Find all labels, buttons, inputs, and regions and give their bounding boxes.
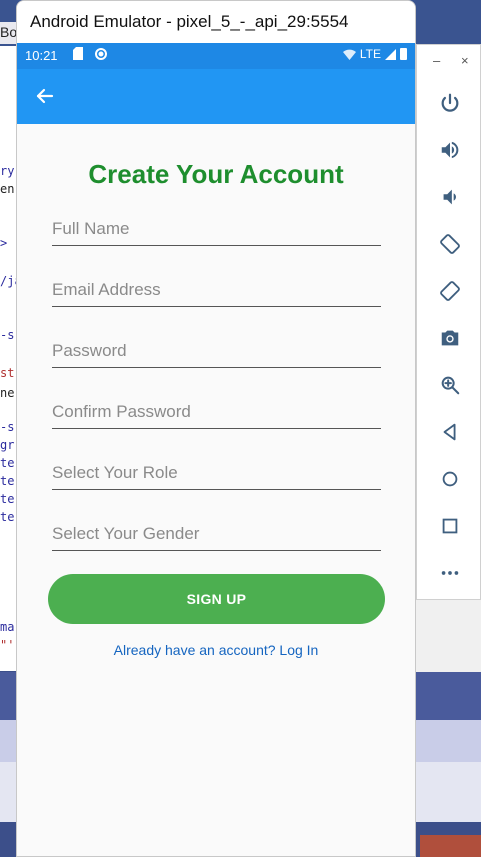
rotate-left-button[interactable]: [417, 224, 481, 264]
overview-icon: [442, 518, 457, 534]
home-nav-button[interactable]: [417, 459, 481, 499]
sync-icon: [94, 47, 108, 64]
code-fragment: te: [0, 492, 15, 506]
status-right-group: LTE: [342, 47, 407, 61]
window-title: Android Emulator - pixel_5_-_api_29:5554: [17, 1, 415, 43]
rotate-right-button[interactable]: [417, 271, 481, 311]
full-name-input[interactable]: [52, 212, 381, 245]
volume-down-button[interactable]: [417, 177, 481, 217]
code-fragment: "': [0, 638, 15, 652]
confirm-password-field: [52, 395, 381, 429]
app-bar: [17, 69, 415, 124]
ide-right-fragment: [416, 600, 481, 672]
role-field: [52, 456, 381, 490]
code-fragment: -s: [0, 328, 15, 342]
code-fragment: ma: [0, 620, 15, 634]
email-field: [52, 273, 381, 307]
battery-icon: [400, 48, 407, 60]
emulator-toolbar: – ×: [416, 44, 481, 600]
more-icon: [441, 571, 458, 575]
signal-icon: [385, 48, 396, 60]
code-fragment: >: [0, 236, 8, 250]
taskbar-fragment: [420, 835, 481, 857]
volume-up-button[interactable]: [417, 130, 481, 170]
more-button[interactable]: [417, 553, 481, 593]
login-link[interactable]: Already have an account? Log In: [17, 642, 415, 658]
signup-screen: Create Your Account SIGN UP Already have…: [17, 124, 415, 856]
home-icon: [442, 471, 457, 487]
zoom-button[interactable]: [417, 365, 481, 405]
close-window-button[interactable]: ×: [461, 53, 469, 68]
back-nav-button[interactable]: [417, 412, 481, 452]
full-name-field: [52, 212, 381, 246]
emulator-window: Android Emulator - pixel_5_-_api_29:5554…: [16, 0, 416, 857]
back-button[interactable]: [31, 82, 59, 110]
signup-button[interactable]: SIGN UP: [48, 574, 385, 624]
volume-up-icon: [441, 141, 458, 159]
android-status-bar: 10:21 LTE: [17, 43, 415, 69]
sd-card-icon: [73, 47, 83, 63]
email-input[interactable]: [52, 273, 381, 306]
code-fragment: gr: [0, 438, 15, 452]
status-time: 10:21: [25, 48, 58, 63]
rotate-right-icon: [439, 281, 460, 301]
password-field: [52, 334, 381, 368]
screenshot-button[interactable]: [417, 318, 481, 358]
minimize-button[interactable]: –: [433, 53, 440, 68]
camera-icon: [441, 330, 458, 346]
rotate-left-icon: [439, 234, 460, 254]
wifi-icon: [342, 49, 356, 60]
overview-nav-button[interactable]: [417, 506, 481, 546]
power-icon: [441, 93, 458, 112]
volume-down-icon: [443, 189, 456, 205]
code-fragment: ne: [0, 386, 15, 400]
power-button[interactable]: [417, 83, 481, 123]
page-title: Create Your Account: [88, 159, 344, 189]
gender-field: [52, 517, 381, 551]
code-fragment: te: [0, 456, 15, 470]
code-fragment: te: [0, 474, 15, 488]
code-fragment: ry: [0, 164, 15, 178]
code-fragment: en: [0, 182, 15, 196]
gender-select[interactable]: [52, 517, 381, 550]
network-label: LTE: [359, 47, 381, 61]
role-select[interactable]: [52, 456, 381, 489]
zoom-icon: [441, 376, 459, 395]
code-fragment: -s: [0, 420, 15, 434]
back-icon: [443, 423, 455, 441]
arrow-left-icon: [36, 88, 54, 104]
confirm-password-input[interactable]: [52, 395, 381, 428]
password-input[interactable]: [52, 334, 381, 367]
code-fragment: te: [0, 510, 15, 524]
